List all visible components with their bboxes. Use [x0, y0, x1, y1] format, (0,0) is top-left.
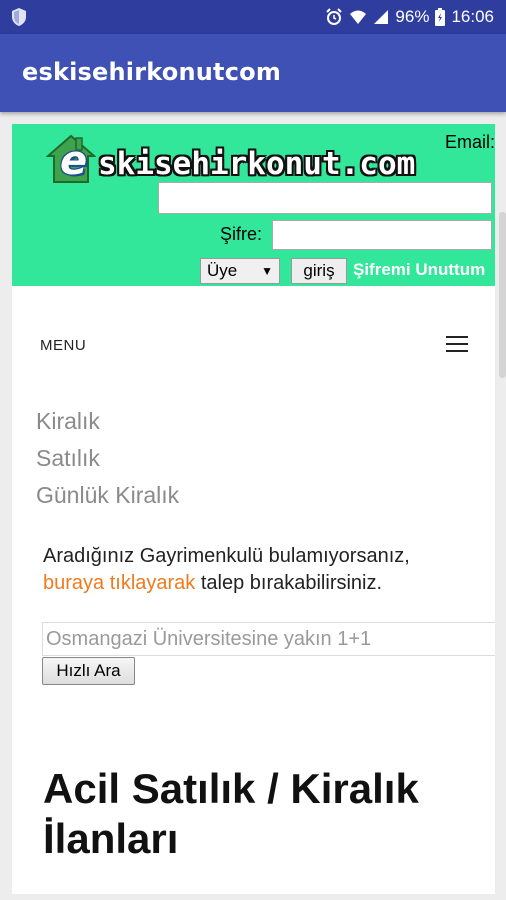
shield-icon: [12, 8, 26, 26]
dropdown-arrow-icon: ▼: [261, 264, 273, 278]
app-title: eskisehirkonutcom: [22, 58, 282, 86]
wifi-icon: [350, 10, 367, 24]
forgot-password-link[interactable]: Şifremi Unuttum: [353, 260, 485, 280]
menu-label[interactable]: MENU: [40, 337, 86, 354]
role-select[interactable]: Üye ▼: [200, 258, 280, 284]
battery-percent: 96%: [395, 7, 430, 26]
logo-text: skisehirkonut.com: [98, 146, 416, 182]
section-title: Acil Satılık / Kiralık İlanları: [43, 765, 419, 862]
clock: 16:06: [451, 7, 494, 26]
request-info: Aradığınız Gayrimenkulü bulamıyorsanız, …: [43, 543, 488, 597]
app-bar: eskisehirkonutcom: [0, 34, 506, 112]
request-info-line2: talep bırakabilirsiniz.: [195, 572, 383, 594]
quick-search-button[interactable]: Hızlı Ara: [42, 657, 135, 685]
nav-item-kiralik[interactable]: Kiralık: [36, 408, 100, 435]
logo-e: e: [60, 138, 88, 184]
nav-item-gunluk-kiralik[interactable]: Günlük Kiralık: [36, 482, 179, 509]
signal-icon: [374, 10, 389, 24]
email-label: Email:: [444, 132, 495, 152]
scrollbar[interactable]: [499, 212, 506, 378]
battery-icon: [435, 8, 446, 26]
request-info-line1: Aradığınız Gayrimenkulü bulamıyorsanız,: [43, 545, 410, 567]
login-button[interactable]: giriş: [291, 258, 347, 284]
alarm-icon: [326, 8, 343, 25]
password-label: Şifre:: [220, 224, 263, 244]
email-field[interactable]: [158, 182, 492, 214]
request-link[interactable]: buraya tıklayarak: [43, 572, 195, 594]
nav-item-satilik[interactable]: Satılık: [36, 445, 100, 472]
role-select-value: Üye: [207, 261, 238, 280]
hamburger-menu-icon[interactable]: [446, 336, 468, 352]
status-bar: 96% 16:06: [0, 0, 506, 34]
quick-search-input[interactable]: Osmangazi Üniversitesine yakın 1+1: [42, 622, 495, 656]
site-header: e skisehirkonut.com Email: Şifre: Üye ▼ …: [12, 124, 495, 286]
webview[interactable]: e skisehirkonut.com Email: Şifre: Üye ▼ …: [12, 124, 495, 894]
password-field[interactable]: [272, 220, 492, 250]
